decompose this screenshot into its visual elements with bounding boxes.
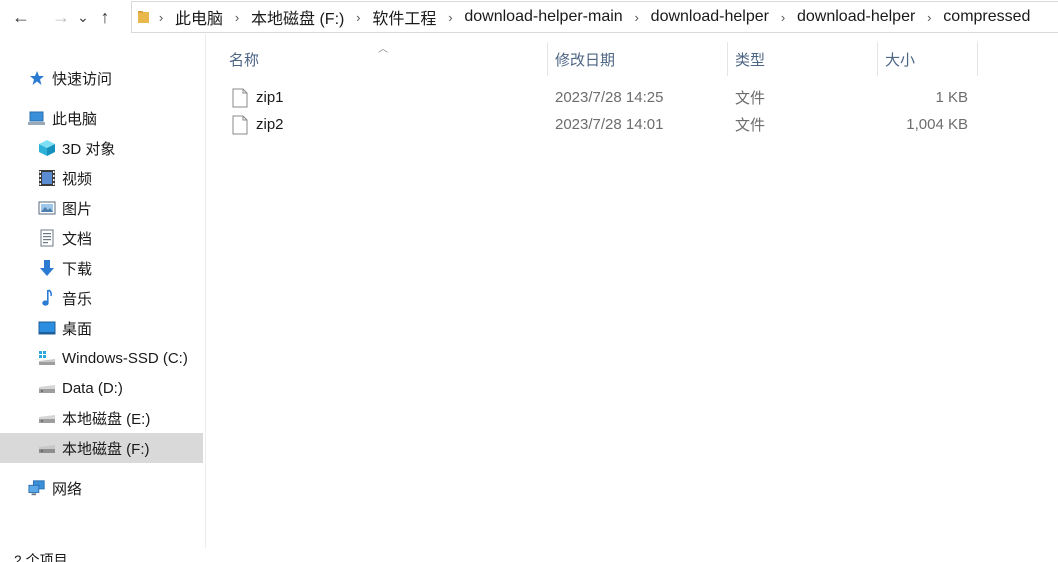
sidebar-item-label: 文档 (62, 230, 93, 248)
drive-icon (38, 379, 56, 397)
star-icon (28, 69, 46, 87)
music-icon (38, 289, 56, 307)
folder-icon (137, 9, 151, 25)
file-date: 2023/7/28 14:01 (555, 116, 664, 133)
video-icon (38, 169, 56, 187)
breadcrumb-item[interactable]: 软件工程 (368, 5, 440, 29)
sidebar-item-label: 本地磁盘 (E:) (62, 410, 151, 428)
sidebar-item-quick-access[interactable]: 快速访问 (0, 63, 203, 93)
desktop-icon (38, 319, 56, 337)
sidebar-item-label: 桌面 (62, 320, 93, 338)
sidebar-item-label: 网络 (52, 480, 83, 498)
column-divider[interactable] (877, 42, 878, 76)
column-divider[interactable] (547, 42, 548, 76)
breadcrumb-label: download-helper (796, 8, 916, 25)
sidebar-item-3d-objects[interactable]: 3D 对象 (0, 133, 203, 163)
file-size: 1,004 KB (906, 116, 968, 133)
recent-locations-chevron-icon[interactable]: ⌄ (74, 0, 92, 34)
breadcrumb-label: 此电脑 (175, 11, 224, 28)
file-list: ︿ 名称 修改日期 类型 大小 zip1 2023/7/28 14:25 文件 … (206, 34, 1058, 548)
download-icon (38, 259, 56, 277)
status-bar-item-count: 2 个项目 (14, 552, 68, 562)
sidebar-item-label: 3D 对象 (62, 140, 116, 158)
sidebar-item-label: 此电脑 (52, 110, 98, 128)
sidebar-item-label: 视频 (62, 170, 93, 188)
file-name-cell: zip2 (232, 115, 284, 135)
breadcrumb-label: 本地磁盘 (F:) (251, 11, 345, 28)
breadcrumb-chevron-icon[interactable]: › (227, 10, 247, 25)
document-icon (38, 229, 56, 247)
column-header-label: 名称 (229, 51, 260, 69)
sidebar-item-desktop[interactable]: 桌面 (0, 313, 203, 343)
drive-icon (38, 439, 56, 457)
column-divider[interactable] (977, 42, 978, 76)
column-header-label: 类型 (735, 51, 766, 69)
file-name: zip1 (256, 89, 284, 106)
file-date: 2023/7/28 14:25 (555, 89, 664, 106)
breadcrumb-chevron-icon[interactable]: › (440, 10, 460, 25)
breadcrumb-chevron-icon[interactable]: › (627, 10, 647, 25)
sidebar-item-label: 下载 (62, 260, 93, 278)
sidebar-item-label: 本地磁盘 (F:) (62, 440, 150, 458)
breadcrumb-chevron-icon[interactable]: › (919, 10, 939, 25)
breadcrumb-chevron-icon[interactable]: › (151, 10, 171, 25)
network-icon (28, 479, 46, 497)
column-header-date[interactable]: 修改日期 (555, 42, 727, 76)
sidebar-item-pictures[interactable]: 图片 (0, 193, 203, 223)
breadcrumb-label: download-helper-main (464, 8, 623, 25)
file-name: zip2 (256, 116, 284, 133)
sidebar-item-label: 音乐 (62, 290, 93, 308)
windows-drive-icon (38, 349, 56, 367)
sidebar-item-drive-f[interactable]: 本地磁盘 (F:) (0, 433, 203, 463)
file-row[interactable]: zip1 2023/7/28 14:25 文件 1 KB (224, 84, 974, 111)
column-header-label: 修改日期 (555, 51, 616, 69)
breadcrumb-item[interactable]: download-helper-main (460, 8, 626, 26)
drive-icon (38, 409, 56, 427)
file-type: 文件 (735, 90, 766, 107)
column-header-label: 大小 (885, 51, 916, 69)
blank-file-icon (232, 88, 248, 107)
breadcrumb-label: compressed (943, 8, 1031, 25)
navigation-pane: 快速访问 此电脑 3D 对象 视频 图片 文档 下载 音乐 桌面 Windows… (0, 34, 206, 548)
sidebar-item-label: Data (D:) (62, 379, 123, 397)
forward-arrow-icon[interactable]: → (48, 0, 74, 34)
column-divider[interactable] (727, 42, 728, 76)
file-name-cell: zip1 (232, 88, 284, 108)
cube-icon (38, 139, 56, 157)
sidebar-item-downloads[interactable]: 下载 (0, 253, 203, 283)
sidebar-item-label: 图片 (62, 200, 93, 218)
sidebar-item-drive-c[interactable]: Windows-SSD (C:) (0, 343, 203, 373)
sidebar-item-drive-d[interactable]: Data (D:) (0, 373, 203, 403)
breadcrumb-chevron-icon[interactable]: › (348, 10, 368, 25)
column-header-name[interactable]: 名称 (229, 42, 547, 76)
breadcrumb-item[interactable]: 此电脑 (171, 5, 227, 29)
file-type: 文件 (735, 117, 766, 134)
sidebar-item-documents[interactable]: 文档 (0, 223, 203, 253)
address-bar[interactable]: › 此电脑 › 本地磁盘 (F:) › 软件工程 › download-help… (131, 1, 1058, 33)
breadcrumb-chevron-icon[interactable]: › (773, 10, 793, 25)
blank-file-icon (232, 115, 248, 134)
sidebar-item-network[interactable]: 网络 (0, 473, 203, 503)
picture-icon (38, 199, 56, 217)
breadcrumb-label: 软件工程 (372, 11, 437, 28)
file-size: 1 KB (935, 89, 968, 106)
sidebar-item-label: Windows-SSD (C:) (62, 349, 188, 367)
sidebar-item-this-pc[interactable]: 此电脑 (0, 103, 203, 133)
sidebar-item-music[interactable]: 音乐 (0, 283, 203, 313)
column-header-type[interactable]: 类型 (735, 42, 877, 76)
breadcrumb-item[interactable]: 本地磁盘 (F:) (247, 5, 348, 29)
breadcrumb-item[interactable]: download-helper (647, 8, 773, 26)
computer-icon (28, 109, 46, 127)
sidebar-item-drive-e[interactable]: 本地磁盘 (E:) (0, 403, 203, 433)
sidebar-item-videos[interactable]: 视频 (0, 163, 203, 193)
breadcrumb-item[interactable]: download-helper (793, 8, 919, 26)
sidebar-item-label: 快速访问 (52, 70, 113, 88)
file-row[interactable]: zip2 2023/7/28 14:01 文件 1,004 KB (224, 111, 974, 138)
breadcrumb-label: download-helper (650, 8, 769, 25)
column-header-size[interactable]: 大小 (885, 42, 977, 76)
back-arrow-icon[interactable]: ← (8, 0, 34, 34)
up-arrow-icon[interactable]: ↑ (92, 0, 118, 34)
breadcrumb-item[interactable]: compressed (939, 8, 1034, 26)
